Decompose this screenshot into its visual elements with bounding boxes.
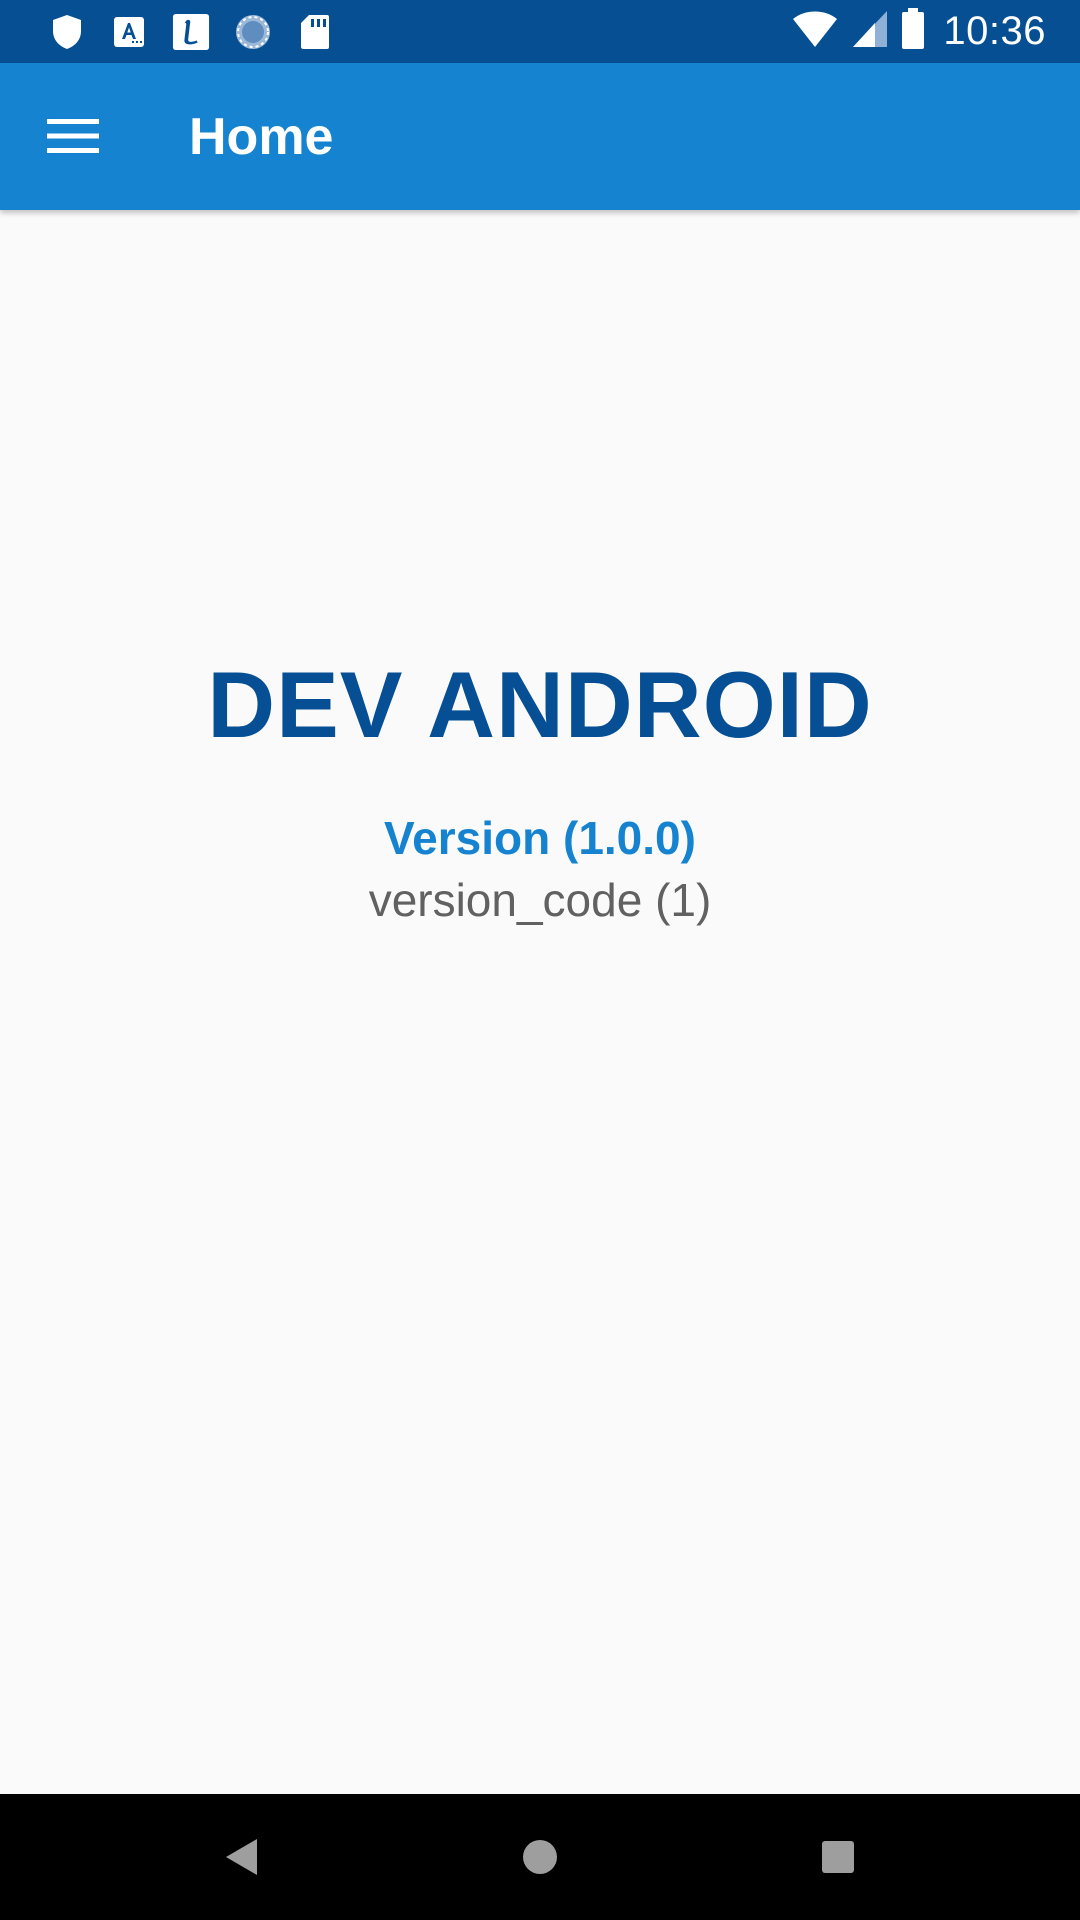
navigation-bar	[0, 1794, 1080, 1920]
recents-button[interactable]	[798, 1819, 878, 1895]
clock: 10:36	[943, 9, 1046, 53]
shield-icon	[48, 13, 86, 51]
version-code-label: version_code (1)	[368, 874, 712, 926]
wifi-icon	[791, 9, 839, 54]
text-a-icon	[110, 13, 148, 51]
screen: 10:36 Home DEV ANDROID Version (1.0.0) v…	[0, 0, 1080, 1920]
sd-card-icon	[296, 13, 334, 51]
cell-signal-icon	[851, 9, 889, 54]
back-icon	[226, 1839, 257, 1875]
app-name-heading: DEV ANDROID	[207, 652, 873, 757]
sync-circle-icon	[234, 13, 272, 51]
system-status-icons: 10:36	[791, 7, 1046, 55]
status-bar: 10:36	[0, 0, 1080, 63]
recents-icon	[822, 1841, 854, 1873]
menu-icon	[47, 119, 99, 153]
notification-icons	[48, 12, 334, 52]
app-bar: Home	[0, 63, 1080, 210]
back-button[interactable]	[202, 1819, 282, 1895]
menu-button[interactable]	[28, 103, 118, 169]
battery-icon	[901, 7, 925, 55]
l-app-icon	[172, 13, 210, 51]
version-label: Version (1.0.0)	[384, 812, 696, 864]
page-title: Home	[189, 108, 334, 166]
main-content: DEV ANDROID Version (1.0.0) version_code…	[0, 210, 1080, 1794]
home-icon	[523, 1840, 557, 1874]
home-button[interactable]	[500, 1819, 580, 1895]
